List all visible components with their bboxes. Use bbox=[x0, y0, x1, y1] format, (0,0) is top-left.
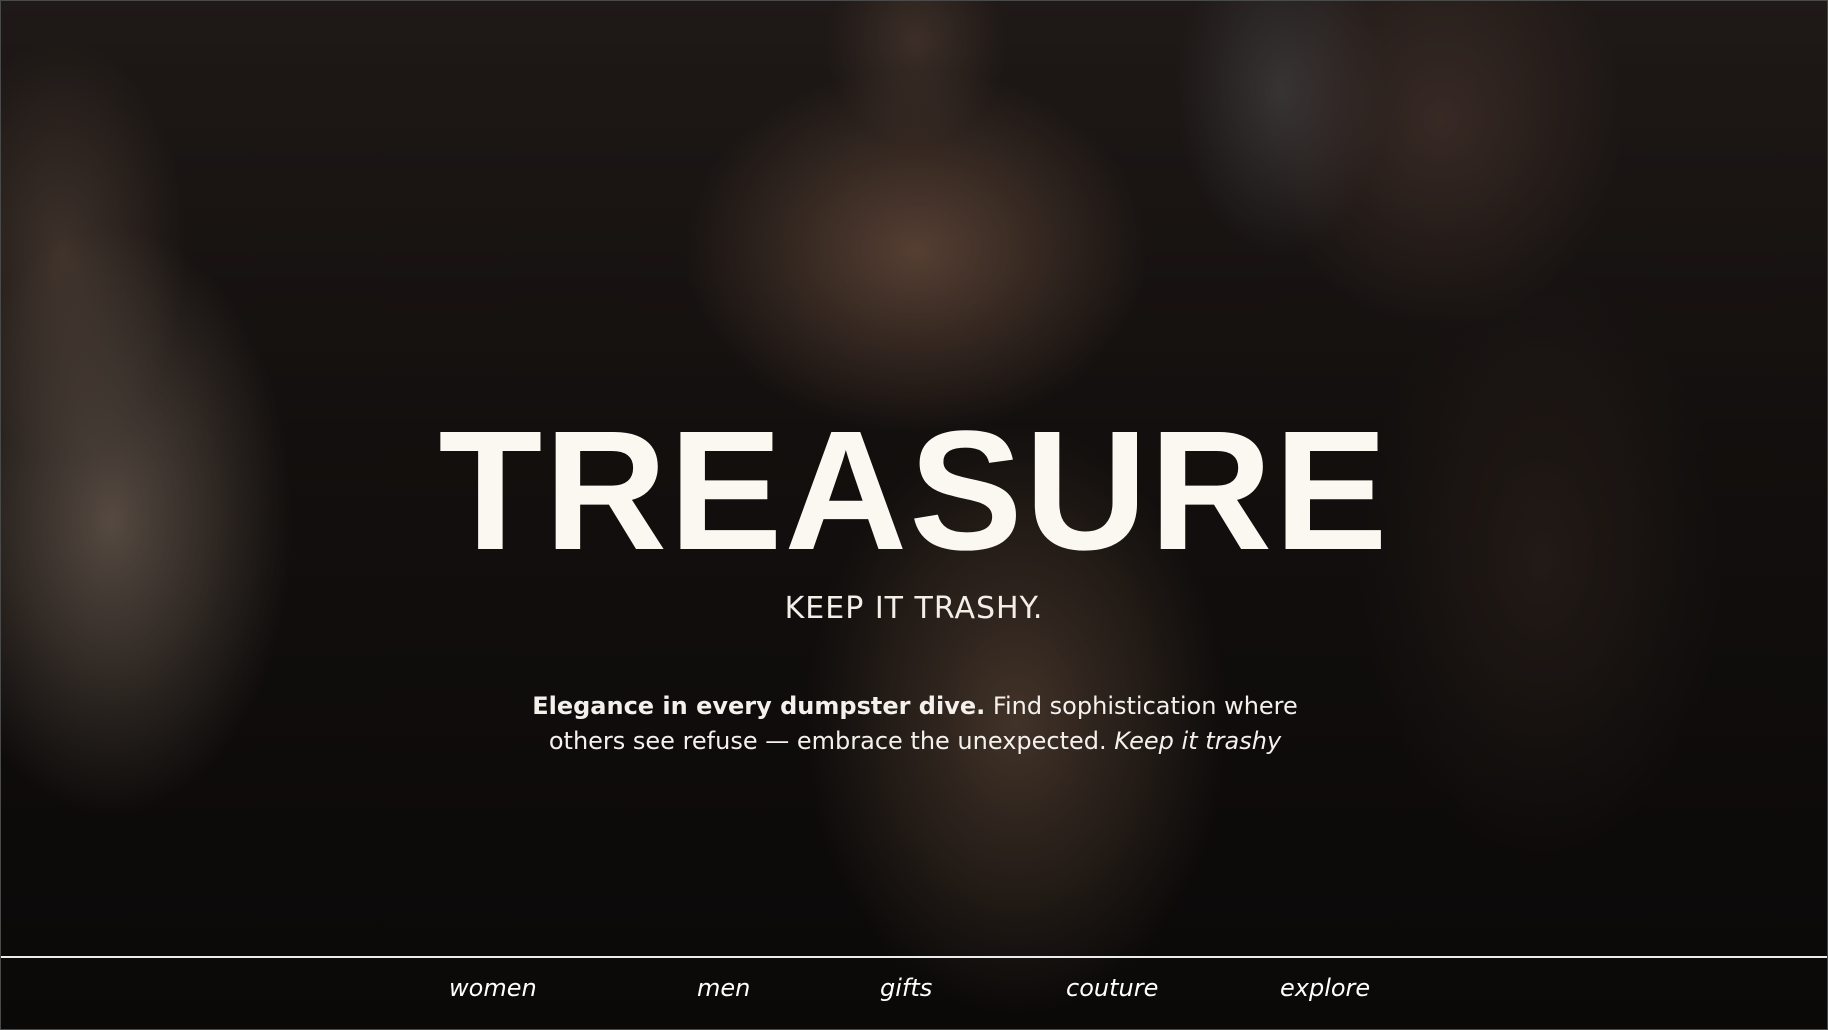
nav-divider bbox=[1, 956, 1827, 958]
hero-tagline: KEEP IT TRASHY. bbox=[784, 591, 1044, 626]
hero-section: TREASURE KEEP IT TRASHY. Elegance in eve… bbox=[1, 1, 1827, 1029]
nav-item-women[interactable]: women bbox=[449, 974, 537, 1002]
nav-item-explore[interactable]: explore bbox=[1280, 974, 1370, 1002]
nav-item-men[interactable]: men bbox=[697, 974, 750, 1002]
hero-title: TREASURE bbox=[438, 396, 1390, 586]
hero-copy: Elegance in every dumpster dive. Find so… bbox=[509, 689, 1321, 759]
hero-copy-bold: Elegance in every dumpster dive. bbox=[532, 692, 986, 720]
primary-nav: women men gifts couture explore bbox=[1, 974, 1827, 1014]
hero-copy-italic: Keep it trashy bbox=[1114, 727, 1282, 755]
nav-item-couture[interactable]: couture bbox=[1066, 974, 1158, 1002]
page-root: TREASURE KEEP IT TRASHY. Elegance in eve… bbox=[0, 0, 1828, 1030]
nav-item-gifts[interactable]: gifts bbox=[880, 974, 932, 1002]
